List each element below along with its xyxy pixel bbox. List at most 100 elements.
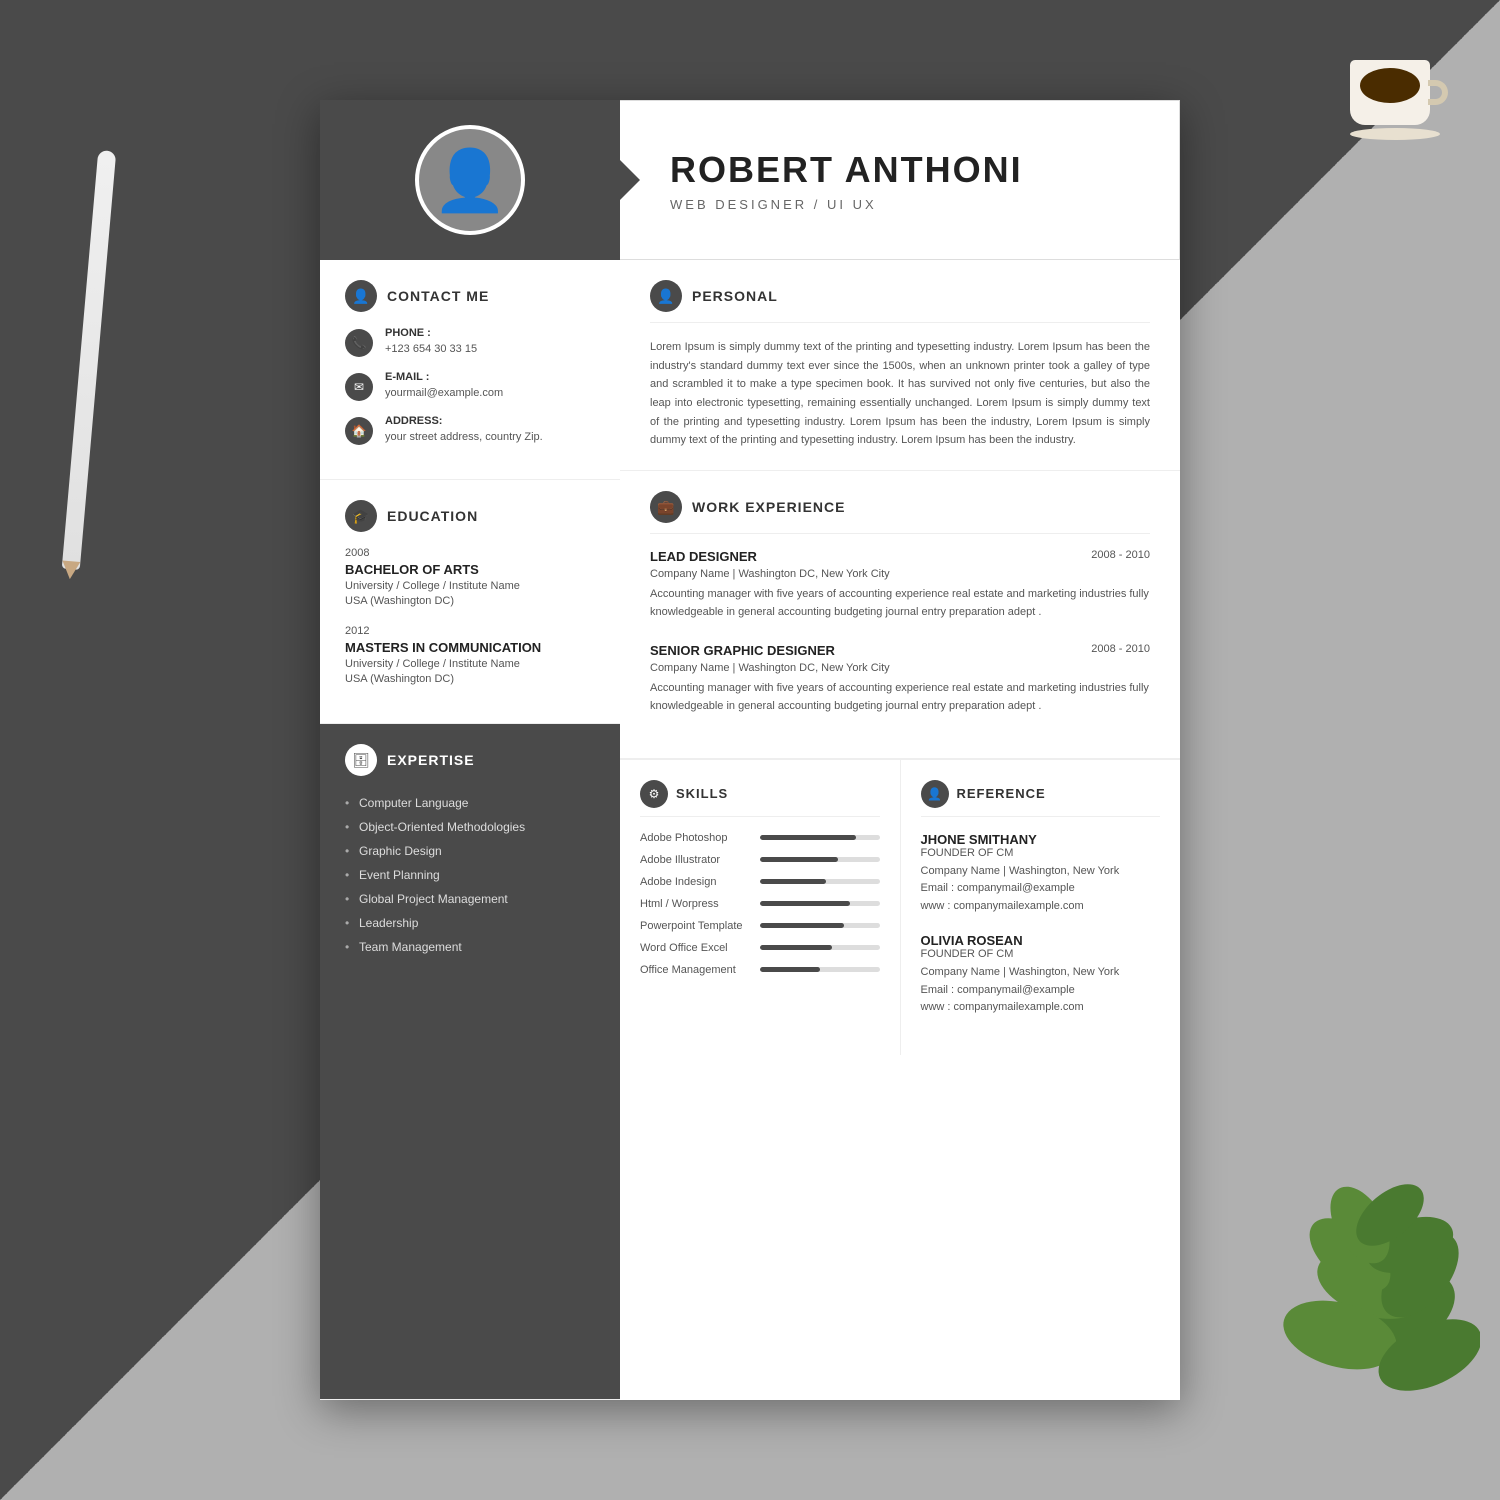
edu-location-2: USA (Washington DC) xyxy=(345,673,595,685)
work-icon: 💼 xyxy=(650,491,682,523)
edu-degree-2: MASTERS IN COMMUNICATION xyxy=(345,640,595,655)
ref-website-2: www : companymailexample.com xyxy=(921,999,1161,1017)
personal-section-header: 👤 PERSONAL xyxy=(650,280,1150,323)
edu-year-1: 2008 xyxy=(345,547,595,559)
contact-section: 👤 CONTACT ME 📞 PHONE : +123 654 30 33 15… xyxy=(320,260,620,480)
bottom-row: ⚙ SKILLS Adobe Photoshop Adobe Illustrat… xyxy=(620,759,1180,1056)
sidebar: 👤 CONTACT ME 📞 PHONE : +123 654 30 33 15… xyxy=(320,260,620,1400)
contact-section-title: CONTACT ME xyxy=(387,288,489,304)
expertise-list: Computer Language Object-Oriented Method… xyxy=(345,791,595,959)
pencil-decoration xyxy=(62,150,117,570)
ref-name-2: OLIVIA ROSEAN xyxy=(921,933,1161,948)
skill-bar-fill-5 xyxy=(760,923,844,928)
skill-item-1: Adobe Photoshop xyxy=(640,832,880,844)
skill-label-7: Office Management xyxy=(640,964,750,976)
skill-item-3: Adobe Indesign xyxy=(640,876,880,888)
personal-section-title: PERSONAL xyxy=(692,288,778,304)
header-right: ROBERT ANTHONI WEB DESIGNER / UI UX xyxy=(620,100,1180,260)
skill-bar-fill-4 xyxy=(760,901,850,906)
skill-label-6: Word Office Excel xyxy=(640,942,750,954)
expertise-section-header: 🗄 EXPERTISE xyxy=(345,744,595,776)
candidate-title: WEB DESIGNER / UI UX xyxy=(670,197,1149,212)
edu-school-1: University / College / Institute Name xyxy=(345,580,595,592)
edu-item-2: 2012 MASTERS IN COMMUNICATION University… xyxy=(345,625,595,685)
address-item: 🏠 ADDRESS: your street address, country … xyxy=(345,415,595,445)
expertise-item-1: Computer Language xyxy=(345,791,595,815)
ref-website-1: www : companymailexample.com xyxy=(921,898,1161,916)
expertise-item-6: Leadership xyxy=(345,911,595,935)
candidate-name: ROBERT ANTHONI xyxy=(670,149,1149,191)
skills-section: ⚙ SKILLS Adobe Photoshop Adobe Illustrat… xyxy=(620,760,901,1056)
skill-bar-track-1 xyxy=(760,835,880,840)
skills-section-title: SKILLS xyxy=(676,786,728,801)
reference-section-title: REFERENCE xyxy=(957,786,1046,801)
personal-text: Lorem Ipsum is simply dummy text of the … xyxy=(650,338,1150,450)
expertise-section: 🗄 EXPERTISE Computer Language Object-Ori… xyxy=(320,724,620,1400)
skill-item-2: Adobe Illustrator xyxy=(640,854,880,866)
skill-item-6: Word Office Excel xyxy=(640,942,880,954)
address-value: your street address, country Zip. xyxy=(385,431,543,443)
ref-company-1: Company Name | Washington, New York xyxy=(921,863,1161,881)
work-dates-1: 2008 - 2010 xyxy=(1091,549,1150,561)
skill-bar-fill-6 xyxy=(760,945,832,950)
work-company-1: Company Name | Washington DC, New York C… xyxy=(650,568,1150,580)
phone-item: 📞 PHONE : +123 654 30 33 15 xyxy=(345,327,595,357)
cup-handle xyxy=(1428,80,1448,105)
skill-bar-fill-3 xyxy=(760,879,826,884)
personal-section: 👤 PERSONAL Lorem Ipsum is simply dummy t… xyxy=(620,260,1180,471)
edu-degree-1: BACHELOR OF ARTS xyxy=(345,562,595,577)
skill-bar-track-6 xyxy=(760,945,880,950)
skill-label-3: Adobe Indesign xyxy=(640,876,750,888)
expertise-item-7: Team Management xyxy=(345,935,595,959)
saucer xyxy=(1350,128,1440,140)
edu-school-2: University / College / Institute Name xyxy=(345,658,595,670)
work-title-1: LEAD DESIGNER xyxy=(650,549,757,564)
email-item: ✉ E-MAIL : yourmail@example.com xyxy=(345,371,595,401)
work-header-1: LEAD DESIGNER 2008 - 2010 xyxy=(650,549,1150,564)
education-section: 🎓 EDUCATION 2008 BACHELOR OF ARTS Univer… xyxy=(320,480,620,724)
resume-header: ROBERT ANTHONI WEB DESIGNER / UI UX xyxy=(320,100,1180,260)
contact-section-header: 👤 CONTACT ME xyxy=(345,280,595,312)
ref-item-1: JHONE SMITHANY FOUNDER OF CM Company Nam… xyxy=(921,832,1161,916)
plant-decoration xyxy=(1280,1135,1480,1440)
skill-bar-fill-2 xyxy=(760,857,838,862)
header-arrow xyxy=(620,160,640,200)
phone-value: +123 654 30 33 15 xyxy=(385,343,477,355)
ref-role-1: FOUNDER OF CM xyxy=(921,847,1161,859)
email-icon: ✉ xyxy=(345,373,373,401)
skill-item-5: Powerpoint Template xyxy=(640,920,880,932)
main-content: 👤 PERSONAL Lorem Ipsum is simply dummy t… xyxy=(620,260,1180,1400)
work-section: 💼 WORK EXPERIENCE LEAD DESIGNER 2008 - 2… xyxy=(620,471,1180,758)
skill-item-4: Html / Worpress xyxy=(640,898,880,910)
skill-bar-fill-1 xyxy=(760,835,856,840)
ref-name-1: JHONE SMITHANY xyxy=(921,832,1161,847)
work-item-1: LEAD DESIGNER 2008 - 2010 Company Name |… xyxy=(650,549,1150,621)
expertise-item-3: Graphic Design xyxy=(345,839,595,863)
work-company-2: Company Name | Washington DC, New York C… xyxy=(650,662,1150,674)
education-section-header: 🎓 EDUCATION xyxy=(345,500,595,532)
skill-label-1: Adobe Photoshop xyxy=(640,832,750,844)
header-left xyxy=(320,100,620,260)
work-dates-2: 2008 - 2010 xyxy=(1091,643,1150,655)
contact-icon: 👤 xyxy=(345,280,377,312)
email-value: yourmail@example.com xyxy=(385,387,503,399)
skill-bar-fill-7 xyxy=(760,967,820,972)
work-header-2: SENIOR GRAPHIC DESIGNER 2008 - 2010 xyxy=(650,643,1150,658)
reference-section-header: 👤 REFERENCE xyxy=(921,780,1161,817)
work-desc-1: Accounting manager with five years of ac… xyxy=(650,586,1150,621)
ref-email-2: Email : companymail@example xyxy=(921,982,1161,1000)
ref-item-2: OLIVIA ROSEAN FOUNDER OF CM Company Name… xyxy=(921,933,1161,1017)
phone-info: PHONE : +123 654 30 33 15 xyxy=(385,327,477,357)
phone-label: PHONE : xyxy=(385,327,477,339)
skill-label-4: Html / Worpress xyxy=(640,898,750,910)
education-section-title: EDUCATION xyxy=(387,508,478,524)
cup xyxy=(1350,60,1430,125)
edu-item-1: 2008 BACHELOR OF ARTS University / Colle… xyxy=(345,547,595,607)
skill-bar-track-5 xyxy=(760,923,880,928)
expertise-item-2: Object-Oriented Methodologies xyxy=(345,815,595,839)
skill-bar-track-3 xyxy=(760,879,880,884)
work-desc-2: Accounting manager with five years of ac… xyxy=(650,680,1150,715)
expertise-icon: 🗄 xyxy=(345,744,377,776)
skills-icon: ⚙ xyxy=(640,780,668,808)
address-label: ADDRESS: xyxy=(385,415,543,427)
